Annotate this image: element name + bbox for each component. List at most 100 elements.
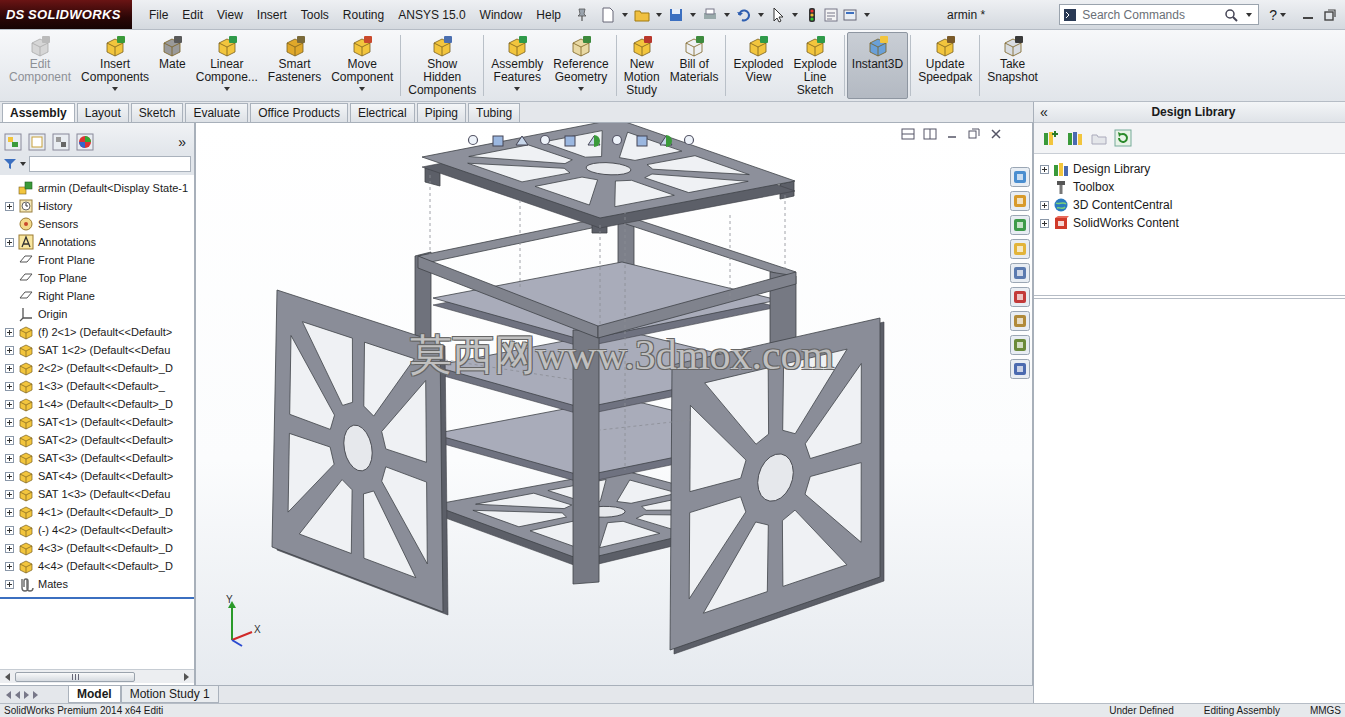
dropdown-caret[interactable] [792, 13, 798, 17]
appearance-icon[interactable] [634, 133, 650, 149]
tree-item[interactable]: Mates [0, 575, 194, 593]
expand-toggle-icon[interactable] [5, 328, 14, 337]
dropdown-caret[interactable] [1280, 13, 1286, 17]
tree-item[interactable]: (f) 2<1> (Default<<Default> [0, 323, 194, 341]
tree-item[interactable]: 4<3> (Default<<Default>_D [0, 539, 194, 557]
file-explorer-icon[interactable] [1010, 239, 1030, 259]
expand-toggle-icon[interactable] [5, 544, 14, 553]
pin-icon[interactable] [574, 7, 590, 23]
tree-item[interactable]: 1<4> (Default<<Default>_D [0, 395, 194, 413]
property-manager-icon[interactable] [28, 133, 46, 151]
command-button[interactable]: MoveComponent [326, 32, 398, 99]
command-tab[interactable]: Evaluate [185, 103, 248, 122]
tree-item[interactable]: 1<3> (Default<<Default>_ [0, 377, 194, 395]
dropdown-caret[interactable] [724, 13, 730, 17]
scroll-right-icon[interactable] [184, 673, 189, 681]
tree-item[interactable]: 4<1> (Default<<Default>_D [0, 503, 194, 521]
tree-item[interactable]: SAT<3> (Default<<Default> [0, 449, 194, 467]
menu-item[interactable]: Routing [336, 8, 391, 22]
expand-toggle-icon[interactable] [5, 238, 14, 247]
minimize-icon[interactable] [1301, 8, 1315, 22]
command-tab[interactable]: Tubing [468, 103, 520, 122]
tree-item[interactable]: Front Plane [0, 251, 194, 269]
command-button[interactable]: ReferenceGeometry [548, 32, 613, 99]
view-palette-icon[interactable] [1010, 263, 1030, 283]
hide-show-icon[interactable] [610, 133, 626, 149]
tree-item[interactable]: Right Plane [0, 287, 194, 305]
library-item[interactable]: Design Library [1040, 160, 1339, 178]
tree-item[interactable]: 2<2> (Default<<Default>_D [0, 359, 194, 377]
tree-item[interactable]: Annotations [0, 233, 194, 251]
expand-toggle-icon[interactable] [5, 508, 14, 517]
expand-toggle-icon[interactable] [5, 526, 14, 535]
add-file-location-icon[interactable] [1066, 129, 1084, 147]
command-button[interactable]: SmartFasteners [263, 32, 326, 99]
expand-toggle-icon[interactable] [1040, 219, 1049, 228]
expand-toggle-icon[interactable] [5, 418, 14, 427]
select-arrow-icon[interactable] [770, 7, 786, 23]
expand-toggle-icon[interactable] [5, 382, 14, 391]
open-folder-icon[interactable] [634, 7, 650, 23]
restore-view-icon[interactable] [967, 127, 981, 141]
display-manager-icon[interactable] [76, 133, 94, 151]
dropdown-caret[interactable] [112, 87, 118, 91]
forum-icon[interactable] [1010, 335, 1030, 355]
tree-item[interactable]: (-) 4<2> (Default<<Default> [0, 521, 194, 539]
scroll-left-icon[interactable] [5, 673, 10, 681]
toolbox-icon[interactable] [1010, 359, 1030, 379]
menu-item[interactable]: ANSYS 15.0 [391, 8, 472, 22]
previous-tab-icon[interactable] [15, 691, 20, 699]
add-to-library-icon[interactable] [1042, 129, 1060, 147]
minimize-view-icon[interactable] [945, 127, 959, 141]
tree-item[interactable]: History [0, 197, 194, 215]
new-document-icon[interactable] [600, 7, 616, 23]
custom-properties-icon[interactable] [1010, 311, 1030, 331]
tree-item[interactable]: SAT 1<3> (Default<<Defau [0, 485, 194, 503]
command-button[interactable]: Mate [154, 32, 191, 99]
solidworks-logo[interactable]: DSSOLIDWORKS [0, 0, 132, 29]
dropdown-caret[interactable] [1246, 13, 1252, 17]
refresh-icon[interactable] [1114, 129, 1132, 147]
command-button[interactable]: TakeSnapshot [982, 32, 1043, 99]
feature-manager-icon[interactable] [4, 133, 22, 151]
library-item[interactable]: SolidWorks Content [1040, 214, 1339, 232]
restore-icon[interactable] [1323, 8, 1337, 22]
expand-toggle-icon[interactable] [5, 490, 14, 499]
next-tab-icon[interactable] [24, 691, 29, 699]
command-button[interactable]: UpdateSpeedpak [913, 32, 977, 99]
expand-toggle-icon[interactable] [5, 364, 14, 373]
frame-band[interactable] [418, 256, 598, 338]
section-view-icon[interactable] [538, 133, 554, 149]
create-folder-icon[interactable] [1090, 129, 1108, 147]
explode-line[interactable] [520, 200, 521, 290]
graphics-area[interactable]: YX莫西网www.3dmox.com [196, 123, 1007, 685]
display-style-icon[interactable] [586, 133, 602, 149]
expand-toggle-icon[interactable] [5, 562, 14, 571]
dropdown-caret[interactable] [758, 13, 764, 17]
first-tab-icon[interactable] [6, 691, 11, 699]
command-button[interactable]: ShowHiddenComponents [403, 32, 481, 99]
menu-item[interactable]: Insert [250, 8, 294, 22]
tree-item[interactable]: Sensors [0, 215, 194, 233]
file-properties-icon[interactable] [823, 7, 839, 23]
expand-toggle-icon[interactable] [5, 454, 14, 463]
horizontal-scrollbar[interactable] [0, 669, 194, 683]
explode-line[interactable] [430, 175, 431, 255]
zoom-area-icon[interactable] [490, 133, 506, 149]
tree-item[interactable]: Origin [0, 305, 194, 323]
command-button[interactable]: NewMotionStudy [619, 32, 665, 99]
tree-item[interactable]: SAT<1> (Default<<Default> [0, 413, 194, 431]
dropdown-caret[interactable] [622, 13, 628, 17]
last-tab-icon[interactable] [33, 691, 38, 699]
close-view-icon[interactable] [989, 127, 1003, 141]
menu-item[interactable]: Edit [175, 8, 210, 22]
magnifier-icon[interactable] [1224, 8, 1238, 22]
menu-item[interactable]: Tools [294, 8, 336, 22]
undo-icon[interactable] [736, 7, 752, 23]
tree-item[interactable]: SAT<2> (Default<<Default> [0, 431, 194, 449]
model-tab[interactable]: Motion Study 1 [121, 686, 219, 703]
menu-item[interactable]: Help [529, 8, 568, 22]
dropdown-caret[interactable] [578, 87, 584, 91]
filter-funnel-icon[interactable] [3, 157, 17, 171]
expand-toggle-icon[interactable] [5, 346, 14, 355]
